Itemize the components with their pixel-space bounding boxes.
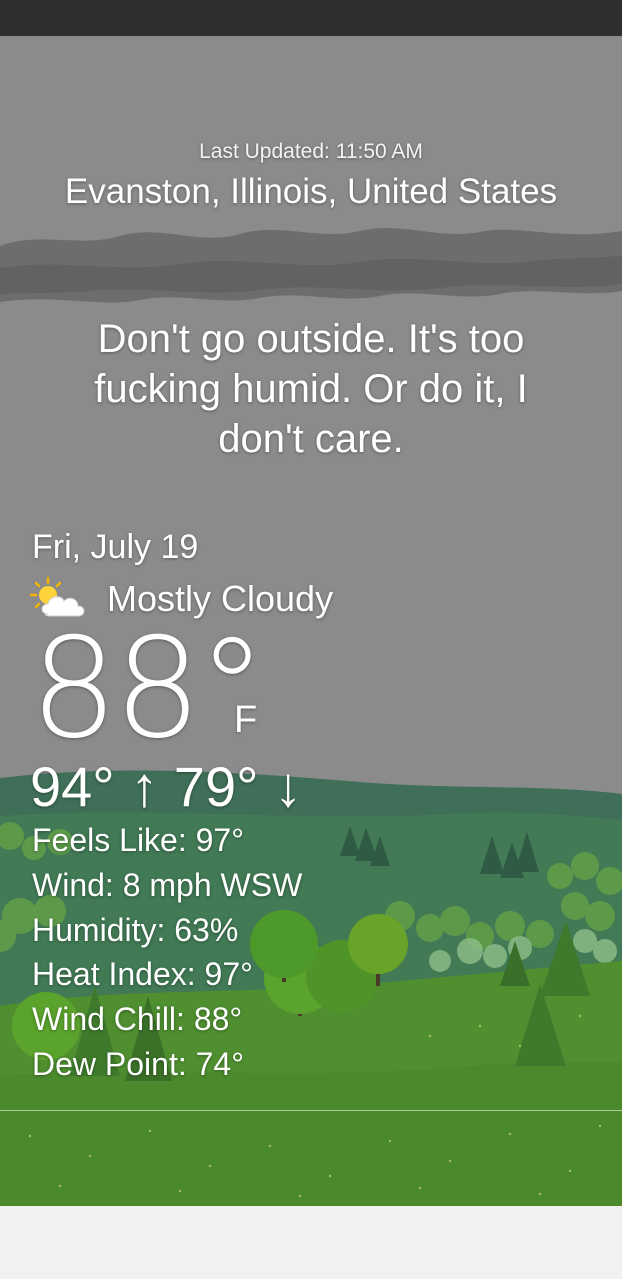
feels-like-value: Feels Like: 97°	[32, 822, 245, 858]
wind-chill-value: Wind Chill: 88°	[32, 1001, 243, 1037]
dew-point-value: Dew Point: 74°	[32, 1046, 245, 1082]
status-bar	[0, 0, 622, 36]
humidity-value: Humidity: 63%	[32, 912, 239, 948]
temperature-unit: F	[234, 699, 258, 741]
weather-scene: Last Updated: 11:50 AM Evanston, Illinoi…	[0, 36, 622, 1206]
last-updated-label: Last Updated: 11:50 AM	[199, 140, 423, 163]
bottom-bar	[0, 1206, 622, 1279]
wind-value: Wind: 8 mph WSW	[32, 867, 303, 903]
forecast-date: Fri, July 19	[32, 528, 199, 566]
location-title: Evanston, Illinois, United States	[64, 172, 558, 211]
current-temperature: 88°	[30, 608, 267, 769]
weather-message: Don't go outside. It's too fucking humid…	[94, 317, 528, 461]
heat-index-value: Heat Index: 97°	[32, 956, 253, 992]
high-low-temperature: 94° ↑ 79° ↓	[30, 755, 303, 818]
divider	[0, 1110, 622, 1111]
